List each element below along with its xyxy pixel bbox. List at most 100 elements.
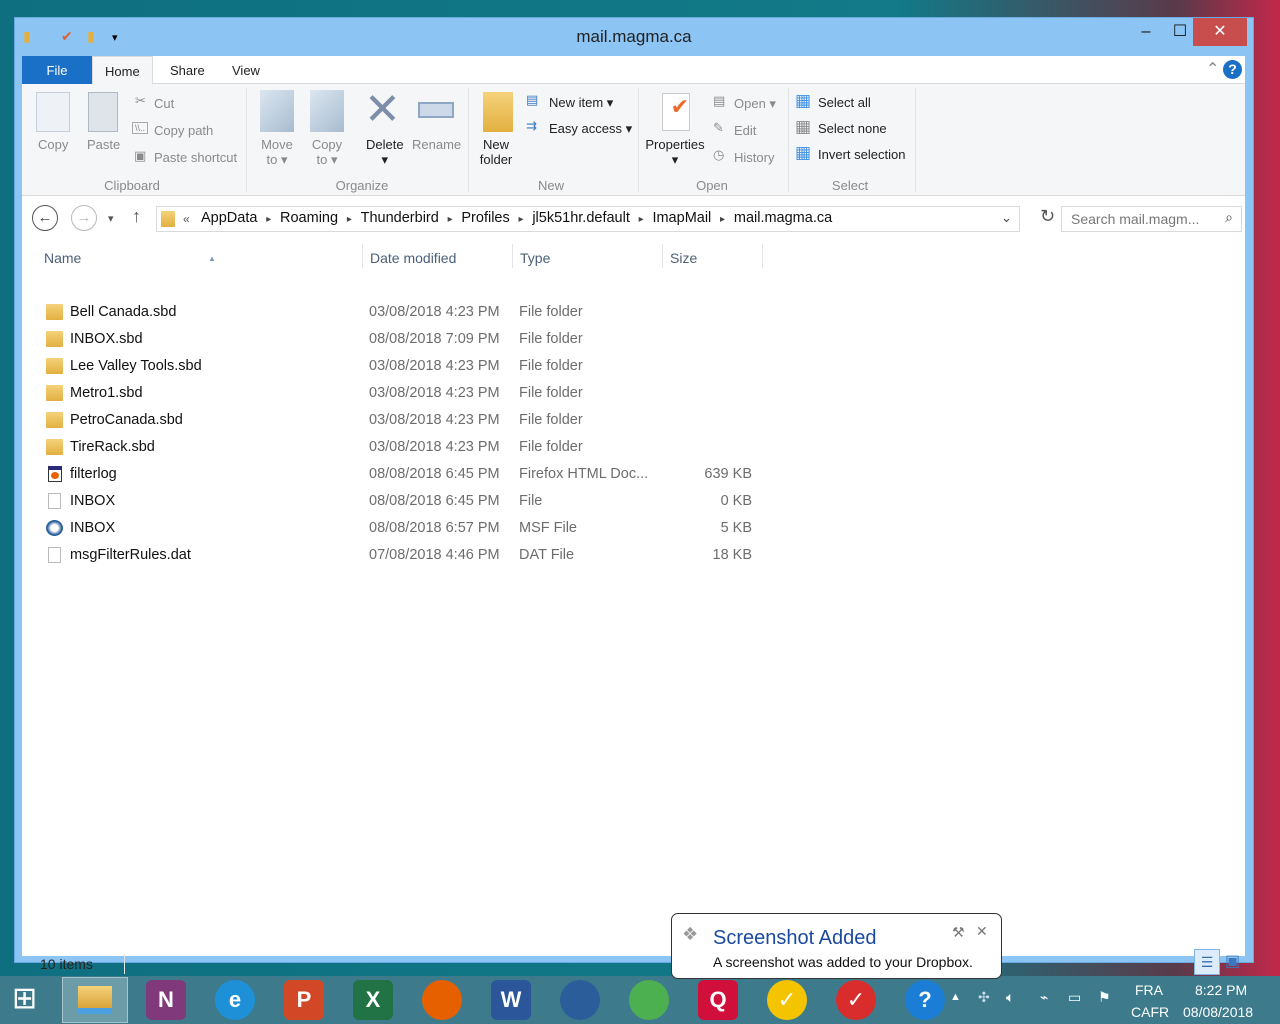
- notification-close-icon[interactable]: ✕: [976, 923, 988, 940]
- invert-selection-button[interactable]: Invert selection: [818, 147, 905, 162]
- properties-button[interactable]: Properties ▾: [645, 137, 705, 168]
- tab-home[interactable]: Home: [92, 56, 153, 85]
- clock-date[interactable]: 08/08/2018: [1183, 1004, 1253, 1020]
- breadcrumb-item[interactable]: Thunderbird: [361, 210, 439, 226]
- breadcrumb-separator-icon[interactable]: ▸: [711, 214, 734, 225]
- file-type: File folder: [519, 385, 583, 401]
- taskbar-app-internet-explorer[interactable]: e: [215, 980, 255, 1020]
- breadcrumb-separator-icon[interactable]: ▸: [257, 214, 280, 225]
- separator: [468, 88, 469, 192]
- select-all-button[interactable]: Select all: [818, 95, 871, 110]
- dropbox-notification[interactable]: ❖ Screenshot Added ⚒ ✕ A screenshot was …: [671, 913, 1002, 979]
- refresh-button[interactable]: ↻: [1040, 206, 1055, 227]
- taskbar-app-thunderbird[interactable]: [560, 980, 600, 1020]
- network-icon[interactable]: ▭: [1068, 989, 1081, 1006]
- open-button[interactable]: Open ▾: [734, 96, 776, 112]
- recent-locations-icon[interactable]: ▾: [108, 212, 114, 225]
- paste-shortcut-button[interactable]: Paste shortcut: [154, 150, 237, 165]
- file-row[interactable]: msgFilterRules.dat 07/08/2018 4:46 PM DAT …: [22, 542, 782, 569]
- edit-button[interactable]: Edit: [734, 123, 756, 138]
- column-header-name[interactable]: Name: [44, 250, 81, 266]
- rename-button[interactable]: Rename: [412, 137, 461, 152]
- details-view-button[interactable]: ☰: [1194, 949, 1220, 975]
- forward-button[interactable]: →: [71, 205, 97, 231]
- clock-time[interactable]: 8:22 PM: [1195, 982, 1247, 998]
- breadcrumb-separator-icon[interactable]: ▸: [510, 214, 533, 225]
- breadcrumb-item[interactable]: mail.magma.ca: [734, 210, 832, 226]
- taskbar-app-q[interactable]: Q: [698, 980, 738, 1020]
- file-row[interactable]: INBOX 08/08/2018 6:45 PM File 0 KB: [22, 488, 782, 515]
- copy-to-button[interactable]: Copy to ▾: [309, 137, 345, 168]
- breadcrumb-separator-icon[interactable]: ▸: [630, 214, 653, 225]
- breadcrumb-separator-icon[interactable]: ▸: [338, 214, 361, 225]
- file-row[interactable]: INBOX 08/08/2018 6:57 PM MSF File 5 KB: [22, 515, 782, 542]
- cut-button[interactable]: Cut: [154, 96, 174, 111]
- column-header-size[interactable]: Size: [670, 250, 697, 266]
- column-header-date[interactable]: Date modified: [370, 250, 456, 266]
- file-row[interactable]: TireRack.sbd 03/08/2018 4:23 PM File folde…: [22, 434, 782, 461]
- easy-access-button[interactable]: Easy access ▾: [549, 121, 632, 137]
- collapse-ribbon-icon[interactable]: ⌃: [1206, 59, 1219, 79]
- file-row[interactable]: filterlog 08/08/2018 6:45 PM Firefox HTML …: [22, 461, 782, 488]
- search-input[interactable]: Search mail.magm... ⌕: [1061, 206, 1242, 232]
- file-row[interactable]: INBOX.sbd 08/08/2018 7:09 PM File folder: [22, 326, 782, 353]
- new-item-button[interactable]: New item ▾: [549, 95, 613, 111]
- breadcrumb-item[interactable]: jl5k51hr.default: [532, 210, 630, 226]
- address-bar[interactable]: « AppData ▸ Roaming ▸ Thunderbird ▸ Prof…: [156, 206, 1020, 232]
- select-none-button[interactable]: Select none: [818, 121, 887, 136]
- file-row[interactable]: PetroCanada.sbd 03/08/2018 4:23 PM File fo…: [22, 407, 782, 434]
- column-divider[interactable]: [512, 244, 513, 268]
- address-dropdown-icon[interactable]: ⌄: [1001, 210, 1012, 226]
- settings-wrench-icon[interactable]: ⚒: [952, 924, 965, 941]
- power-icon[interactable]: ⌁: [1040, 989, 1048, 1006]
- file-row[interactable]: Lee Valley Tools.sbd 03/08/2018 4:23 PM Fi…: [22, 353, 782, 380]
- taskbar-app-firefox[interactable]: [422, 980, 462, 1020]
- show-hidden-icons[interactable]: ▲: [950, 991, 961, 1003]
- file-row[interactable]: Metro1.sbd 03/08/2018 4:23 PM File folder: [22, 380, 782, 407]
- breadcrumb-separator-icon[interactable]: ▸: [439, 214, 462, 225]
- tab-share[interactable]: Share: [158, 56, 217, 84]
- search-placeholder: Search mail.magm...: [1071, 211, 1200, 227]
- dropbox-tray-icon[interactable]: ✣: [978, 989, 990, 1006]
- move-to-button[interactable]: Move to ▾: [259, 137, 295, 168]
- tab-file[interactable]: File: [22, 56, 92, 84]
- breadcrumb-item[interactable]: Roaming: [280, 210, 338, 226]
- large-icons-view-button[interactable]: ▣: [1225, 951, 1240, 971]
- new-folder-button[interactable]: New folder: [478, 137, 514, 167]
- column-divider[interactable]: [362, 244, 363, 268]
- breadcrumb-item[interactable]: AppData: [201, 210, 257, 226]
- taskbar-app-excel[interactable]: X: [353, 980, 393, 1020]
- taskbar-app-chrome[interactable]: [629, 980, 669, 1020]
- column-divider[interactable]: [762, 244, 763, 268]
- rename-icon: [418, 102, 454, 118]
- column-header-type[interactable]: Type: [520, 250, 550, 266]
- taskbar-app-powerpoint[interactable]: P: [284, 980, 324, 1020]
- help-icon[interactable]: ?: [1223, 60, 1242, 79]
- column-divider[interactable]: [662, 244, 663, 268]
- breadcrumb-item[interactable]: Profiles: [461, 210, 509, 226]
- copy-button[interactable]: Copy: [38, 137, 68, 152]
- delete-button[interactable]: Delete ▾: [366, 137, 404, 168]
- history-button[interactable]: History: [734, 150, 774, 165]
- tab-view[interactable]: View: [220, 56, 272, 84]
- taskbar-app-help[interactable]: ?: [905, 980, 945, 1020]
- up-button[interactable]: ↑: [132, 206, 141, 227]
- start-button[interactable]: ⊞: [12, 984, 37, 1014]
- paste-button[interactable]: Paste: [87, 137, 120, 152]
- breadcrumb-item[interactable]: ImapMail: [652, 210, 711, 226]
- overflow-chevron-icon[interactable]: «: [183, 212, 190, 226]
- close-button[interactable]: ✕: [1193, 18, 1247, 46]
- file-row[interactable]: Bell Canada.sbd 03/08/2018 4:23 PM File fo…: [22, 299, 782, 326]
- taskbar-app-word[interactable]: W: [491, 980, 531, 1020]
- keyboard-layout[interactable]: CAFR: [1131, 1004, 1169, 1020]
- copy-path-button[interactable]: Copy path: [154, 123, 213, 138]
- back-button[interactable]: ←: [32, 205, 58, 231]
- input-language[interactable]: FRA: [1135, 982, 1163, 998]
- cut-icon: ✂: [135, 93, 146, 108]
- taskbar-app-file-explorer[interactable]: [62, 977, 128, 1023]
- volume-icon[interactable]: 🔈︎: [1006, 989, 1014, 1006]
- taskbar-app-norton[interactable]: ✓: [767, 980, 807, 1020]
- taskbar-app-onenote[interactable]: N: [146, 980, 186, 1020]
- action-center-flag-icon[interactable]: ⚑: [1098, 989, 1111, 1006]
- taskbar-app-todo[interactable]: ✓: [836, 980, 876, 1020]
